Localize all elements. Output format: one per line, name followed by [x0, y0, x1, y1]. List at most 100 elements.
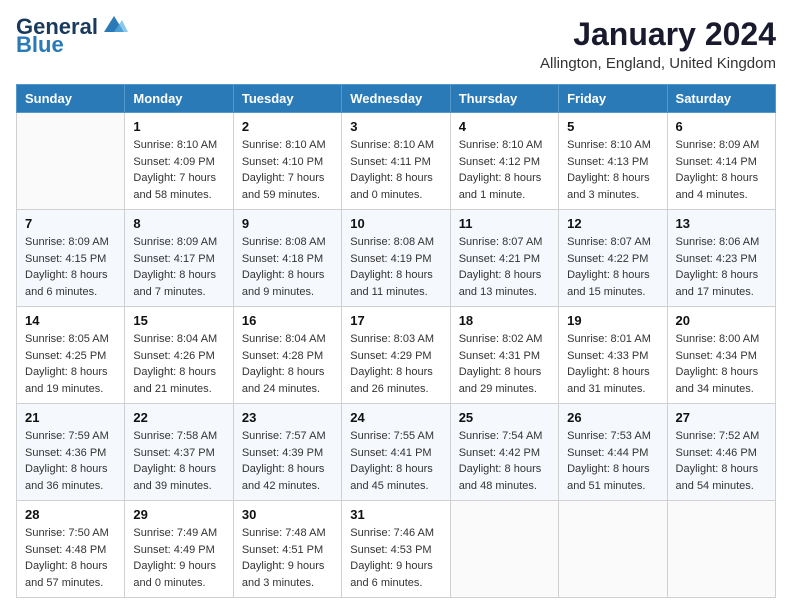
day-detail: Sunrise: 8:09 AMSunset: 4:15 PMDaylight:…: [25, 234, 116, 300]
calendar-cell: 13 Sunrise: 8:06 AMSunset: 4:23 PMDayligh…: [667, 210, 775, 307]
day-number: 29: [133, 507, 224, 522]
day-detail: Sunrise: 8:10 AMSunset: 4:10 PMDaylight:…: [242, 137, 333, 203]
calendar-cell: 25 Sunrise: 7:54 AMSunset: 4:42 PMDayligh…: [450, 404, 558, 501]
day-detail: Sunrise: 7:58 AMSunset: 4:37 PMDaylight:…: [133, 428, 224, 494]
calendar-week-row: 28Sunrise: 7:50 AMSunset: 4:48 PMDayligh…: [17, 501, 776, 598]
day-number: 4: [459, 119, 550, 134]
day-number: 18: [459, 313, 550, 328]
day-detail: Sunrise: 7:53 AMSunset: 4:44 PMDaylight:…: [567, 428, 658, 494]
calendar-cell: 30 Sunrise: 7:48 AMSunset: 4:51 PMDayligh…: [233, 501, 341, 598]
day-number: 11: [459, 216, 550, 231]
weekday-header-saturday: Saturday: [667, 85, 775, 113]
day-number: 12: [567, 216, 658, 231]
day-number: 3: [350, 119, 441, 134]
day-detail: Sunrise: 8:04 AMSunset: 4:26 PMDaylight:…: [133, 331, 224, 397]
calendar-cell: 9 Sunrise: 8:08 AMSunset: 4:18 PMDaylight…: [233, 210, 341, 307]
calendar-week-row: 1Sunrise: 8:10 AMSunset: 4:09 PMDaylight…: [17, 113, 776, 210]
day-detail: Sunrise: 8:01 AMSunset: 4:33 PMDaylight:…: [567, 331, 658, 397]
calendar-cell: 20 Sunrise: 8:00 AMSunset: 4:34 PMDayligh…: [667, 307, 775, 404]
day-number: 16: [242, 313, 333, 328]
calendar-cell: 28Sunrise: 7:50 AMSunset: 4:48 PMDayligh…: [17, 501, 125, 598]
day-number: 26: [567, 410, 658, 425]
day-detail: Sunrise: 8:06 AMSunset: 4:23 PMDaylight:…: [676, 234, 767, 300]
day-number: 15: [133, 313, 224, 328]
day-detail: Sunrise: 8:07 AMSunset: 4:21 PMDaylight:…: [459, 234, 550, 300]
day-detail: Sunrise: 8:08 AMSunset: 4:18 PMDaylight:…: [242, 234, 333, 300]
calendar-cell: 23Sunrise: 7:57 AMSunset: 4:39 PMDayligh…: [233, 404, 341, 501]
calendar-cell: [450, 501, 558, 598]
calendar-cell: 18 Sunrise: 8:02 AMSunset: 4:31 PMDayligh…: [450, 307, 558, 404]
day-number: 6: [676, 119, 767, 134]
day-detail: Sunrise: 7:48 AMSunset: 4:51 PMDaylight:…: [242, 525, 333, 591]
calendar-cell: 4 Sunrise: 8:10 AMSunset: 4:12 PMDaylight…: [450, 113, 558, 210]
day-detail: Sunrise: 7:59 AMSunset: 4:36 PMDaylight:…: [25, 428, 116, 494]
day-detail: Sunrise: 7:54 AMSunset: 4:42 PMDaylight:…: [459, 428, 550, 494]
weekday-header-sunday: Sunday: [17, 85, 125, 113]
day-detail: Sunrise: 8:10 AMSunset: 4:13 PMDaylight:…: [567, 137, 658, 203]
calendar-cell: 31 Sunrise: 7:46 AMSunset: 4:53 PMDayligh…: [342, 501, 450, 598]
calendar-cell: 19 Sunrise: 8:01 AMSunset: 4:33 PMDayligh…: [559, 307, 667, 404]
day-detail: Sunrise: 8:07 AMSunset: 4:22 PMDaylight:…: [567, 234, 658, 300]
day-number: 8: [133, 216, 224, 231]
day-detail: Sunrise: 7:49 AMSunset: 4:49 PMDaylight:…: [133, 525, 224, 591]
calendar-cell: 29 Sunrise: 7:49 AMSunset: 4:49 PMDayligh…: [125, 501, 233, 598]
day-number: 27: [676, 410, 767, 425]
calendar-cell: 3 Sunrise: 8:10 AMSunset: 4:11 PMDaylight…: [342, 113, 450, 210]
day-number: 28: [25, 507, 116, 522]
day-detail: Sunrise: 7:46 AMSunset: 4:53 PMDaylight:…: [350, 525, 441, 591]
logo: General Blue: [16, 16, 128, 56]
weekday-header-friday: Friday: [559, 85, 667, 113]
day-number: 21: [25, 410, 116, 425]
day-number: 14: [25, 313, 116, 328]
calendar-cell: 22Sunrise: 7:58 AMSunset: 4:37 PMDayligh…: [125, 404, 233, 501]
weekday-header-tuesday: Tuesday: [233, 85, 341, 113]
day-number: 31: [350, 507, 441, 522]
month-title: January 2024: [540, 16, 776, 53]
calendar-week-row: 21 Sunrise: 7:59 AMSunset: 4:36 PMDayligh…: [17, 404, 776, 501]
day-number: 17: [350, 313, 441, 328]
day-number: 2: [242, 119, 333, 134]
day-detail: Sunrise: 8:10 AMSunset: 4:12 PMDaylight:…: [459, 137, 550, 203]
day-number: 19: [567, 313, 658, 328]
calendar-cell: 12 Sunrise: 8:07 AMSunset: 4:22 PMDayligh…: [559, 210, 667, 307]
day-number: 30: [242, 507, 333, 522]
calendar-cell: [17, 113, 125, 210]
day-detail: Sunrise: 8:09 AMSunset: 4:14 PMDaylight:…: [676, 137, 767, 203]
day-number: 10: [350, 216, 441, 231]
weekday-header-wednesday: Wednesday: [342, 85, 450, 113]
calendar-week-row: 14 Sunrise: 8:05 AMSunset: 4:25 PMDayligh…: [17, 307, 776, 404]
day-number: 1: [133, 119, 224, 134]
day-number: 20: [676, 313, 767, 328]
logo-icon: [100, 14, 128, 36]
calendar-cell: 10Sunrise: 8:08 AMSunset: 4:19 PMDayligh…: [342, 210, 450, 307]
calendar-cell: [667, 501, 775, 598]
calendar-cell: [559, 501, 667, 598]
day-number: 9: [242, 216, 333, 231]
day-number: 25: [459, 410, 550, 425]
day-detail: Sunrise: 8:05 AMSunset: 4:25 PMDaylight:…: [25, 331, 116, 397]
day-detail: Sunrise: 8:10 AMSunset: 4:11 PMDaylight:…: [350, 137, 441, 203]
title-area: January 2024 Allington, England, United …: [540, 16, 776, 72]
calendar-cell: 16Sunrise: 8:04 AMSunset: 4:28 PMDayligh…: [233, 307, 341, 404]
calendar-cell: 14 Sunrise: 8:05 AMSunset: 4:25 PMDayligh…: [17, 307, 125, 404]
header: General Blue January 2024 Allington, Eng…: [16, 16, 776, 72]
day-number: 5: [567, 119, 658, 134]
day-detail: Sunrise: 8:03 AMSunset: 4:29 PMDaylight:…: [350, 331, 441, 397]
calendar-cell: 17 Sunrise: 8:03 AMSunset: 4:29 PMDayligh…: [342, 307, 450, 404]
weekday-header-monday: Monday: [125, 85, 233, 113]
calendar-cell: 8Sunrise: 8:09 AMSunset: 4:17 PMDaylight…: [125, 210, 233, 307]
day-number: 7: [25, 216, 116, 231]
location-subtitle: Allington, England, United Kingdom: [540, 55, 776, 72]
calendar-cell: 15 Sunrise: 8:04 AMSunset: 4:26 PMDayligh…: [125, 307, 233, 404]
day-detail: Sunrise: 7:55 AMSunset: 4:41 PMDaylight:…: [350, 428, 441, 494]
calendar-cell: 7 Sunrise: 8:09 AMSunset: 4:15 PMDaylight…: [17, 210, 125, 307]
calendar-cell: 24Sunrise: 7:55 AMSunset: 4:41 PMDayligh…: [342, 404, 450, 501]
calendar-week-row: 7 Sunrise: 8:09 AMSunset: 4:15 PMDaylight…: [17, 210, 776, 307]
day-detail: Sunrise: 8:02 AMSunset: 4:31 PMDaylight:…: [459, 331, 550, 397]
calendar-cell: 2 Sunrise: 8:10 AMSunset: 4:10 PMDaylight…: [233, 113, 341, 210]
day-detail: Sunrise: 8:00 AMSunset: 4:34 PMDaylight:…: [676, 331, 767, 397]
weekday-header-row: SundayMondayTuesdayWednesdayThursdayFrid…: [17, 85, 776, 113]
calendar-cell: 21 Sunrise: 7:59 AMSunset: 4:36 PMDayligh…: [17, 404, 125, 501]
day-number: 13: [676, 216, 767, 231]
logo-blue: Blue: [16, 34, 64, 56]
